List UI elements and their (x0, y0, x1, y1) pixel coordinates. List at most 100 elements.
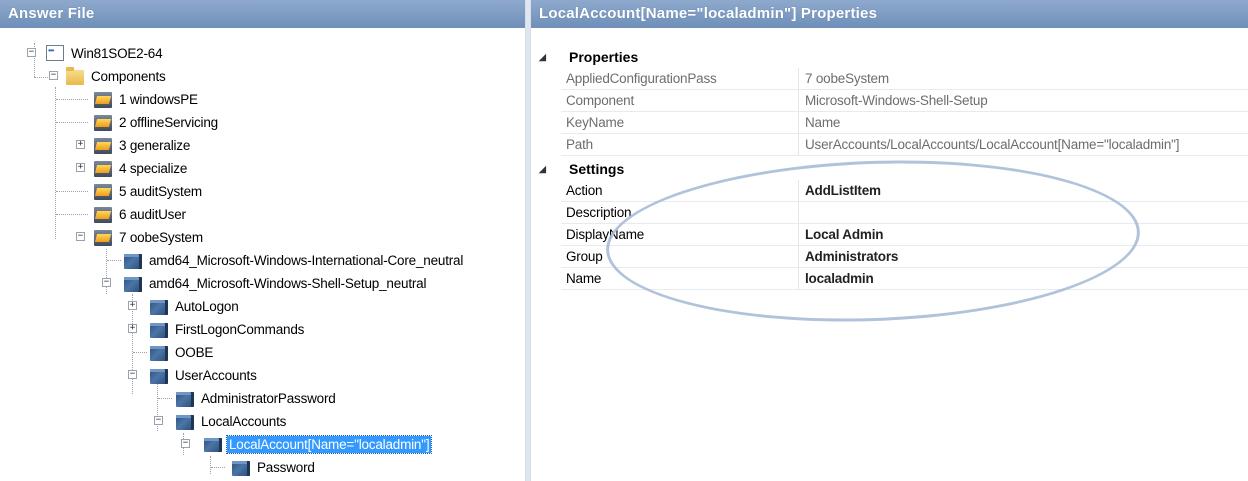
collapse-icon[interactable]: − (102, 278, 111, 287)
tree-node-specialize[interactable]: + 4 specialize (0, 157, 189, 179)
row-gutter (531, 134, 561, 156)
tree-node-localaccounts[interactable]: − LocalAccounts (0, 410, 288, 432)
tree-connector (158, 398, 172, 399)
property-value[interactable]: Administrators (805, 246, 898, 267)
tree-node-label: 5 auditSystem (119, 183, 202, 199)
tree-node-shell-setup[interactable]: − amd64_Microsoft-Windows-Shell-Setup_ne… (0, 272, 428, 294)
category-label: Properties (569, 49, 639, 65)
tree-node-label: Win81SOE2-64 (71, 45, 163, 61)
row-gutter (531, 180, 561, 202)
configuration-pass-icon (94, 91, 112, 108)
collapse-icon[interactable]: − (49, 71, 58, 80)
category-label: Settings (569, 161, 625, 177)
tree-node-generalize[interactable]: + 3 generalize (0, 134, 192, 156)
collapse-triangle-icon[interactable]: ◢ (539, 158, 546, 180)
tree-node-windowspe[interactable]: 1 windowsPE (0, 88, 200, 110)
property-name: Component (566, 90, 799, 111)
tree-node-auditsystem[interactable]: 5 auditSystem (0, 180, 204, 202)
property-name: Group (566, 246, 799, 267)
property-name: AppliedConfigurationPass (566, 68, 799, 89)
expand-icon[interactable]: + (76, 140, 85, 149)
component-icon (150, 322, 168, 338)
tree-node-label: 2 offlineServicing (119, 114, 218, 130)
configuration-pass-icon (94, 137, 112, 154)
tree-node-label: Password (257, 459, 315, 475)
tree-node-administratorpassword[interactable]: AdministratorPassword (0, 387, 338, 409)
tree-node-oobe[interactable]: OOBE (0, 341, 215, 363)
tree-node-localaccount-localadmin[interactable]: − LocalAccount[Name="localadmin"] (0, 433, 433, 455)
row-gutter (531, 224, 561, 246)
configuration-pass-icon (94, 229, 112, 246)
configuration-pass-icon (94, 183, 112, 200)
component-icon (124, 253, 142, 269)
component-icon (150, 368, 168, 384)
property-value[interactable]: AddListItem (805, 180, 881, 201)
setting-row-action[interactable]: Action AddListItem (531, 180, 1248, 202)
component-icon (232, 460, 250, 476)
collapse-icon[interactable]: − (181, 439, 190, 448)
tree-node-label: AdministratorPassword (201, 390, 336, 406)
tree-node-firstlogoncommands[interactable]: + FirstLogonCommands (0, 318, 306, 340)
component-icon (150, 299, 168, 315)
collapse-icon[interactable]: − (154, 416, 163, 425)
setting-row-description[interactable]: Description (531, 202, 1248, 224)
property-name: Name (566, 268, 799, 289)
tree-node-offlineservicing[interactable]: 2 offlineServicing (0, 111, 220, 133)
list-item-icon (204, 438, 222, 452)
tree-node-label: FirstLogonCommands (175, 321, 305, 337)
tree-node-label: OOBE (175, 344, 214, 360)
category-properties[interactable]: ◢ Properties (531, 46, 1248, 68)
tree-node-useraccounts[interactable]: − UserAccounts (0, 364, 259, 386)
component-icon (176, 414, 194, 430)
row-gutter (531, 68, 561, 90)
property-name: Action (566, 180, 799, 201)
tree-node-label: 3 generalize (119, 137, 191, 153)
folder-icon (66, 66, 84, 85)
property-row[interactable]: Component Microsoft-Windows-Shell-Setup (531, 90, 1248, 112)
row-gutter (531, 202, 561, 224)
collapse-icon[interactable]: − (27, 48, 36, 57)
property-value[interactable]: localadmin (805, 268, 874, 289)
setting-row-displayname[interactable]: DisplayName Local Admin (531, 224, 1248, 246)
tree-connector (56, 191, 88, 192)
property-row[interactable]: KeyName Name (531, 112, 1248, 134)
tree-node-password[interactable]: Password (0, 456, 317, 478)
property-value: Name (805, 115, 841, 130)
collapse-icon[interactable]: − (128, 370, 137, 379)
property-row[interactable]: Path UserAccounts/LocalAccounts/LocalAcc… (531, 134, 1248, 156)
category-settings[interactable]: ◢ Settings (531, 158, 1248, 180)
property-row[interactable]: AppliedConfigurationPass 7 oobeSystem (531, 68, 1248, 90)
tree-node-components[interactable]: − Components (0, 65, 250, 87)
answer-file-title: Answer File (0, 0, 525, 28)
tree-node-label: Components (91, 68, 166, 84)
property-value[interactable]: Local Admin (805, 224, 884, 245)
answer-file-tree: − Win81SOE2-64 − Components 1 windowsPE … (0, 28, 524, 481)
configuration-pass-icon (94, 114, 112, 131)
tree-node-international-core[interactable]: amd64_Microsoft-Windows-International-Co… (0, 249, 465, 271)
tree-connector (56, 214, 88, 215)
expand-icon[interactable]: + (76, 163, 85, 172)
tree-node-label: 4 specialize (119, 160, 188, 176)
property-name: Description (566, 202, 799, 223)
property-name: KeyName (566, 112, 799, 133)
tree-node-label: AutoLogon (175, 298, 239, 314)
tree-connector (56, 122, 88, 123)
component-icon (150, 345, 168, 361)
expand-icon[interactable]: + (128, 301, 137, 310)
tree-node-label: UserAccounts (175, 367, 257, 383)
row-gutter (531, 112, 561, 134)
property-value: 7 oobeSystem (805, 71, 889, 86)
tree-node-audituser[interactable]: 6 auditUser (0, 203, 188, 225)
collapse-triangle-icon[interactable]: ◢ (539, 46, 546, 68)
configuration-pass-icon (94, 160, 112, 177)
configuration-pass-icon (94, 206, 112, 223)
expand-icon[interactable]: + (128, 324, 137, 333)
setting-row-name[interactable]: Name localadmin (531, 268, 1248, 290)
tree-node-autologon[interactable]: + AutoLogon (0, 295, 241, 317)
tree-node-label: 7 oobeSystem (119, 229, 203, 245)
collapse-icon[interactable]: − (76, 232, 85, 241)
setting-row-group[interactable]: Group Administrators (531, 246, 1248, 268)
tree-node-root[interactable]: − Win81SOE2-64 (0, 42, 250, 64)
tree-node-label: 1 windowsPE (119, 91, 198, 107)
tree-node-oobesystem[interactable]: − 7 oobeSystem (0, 226, 205, 248)
